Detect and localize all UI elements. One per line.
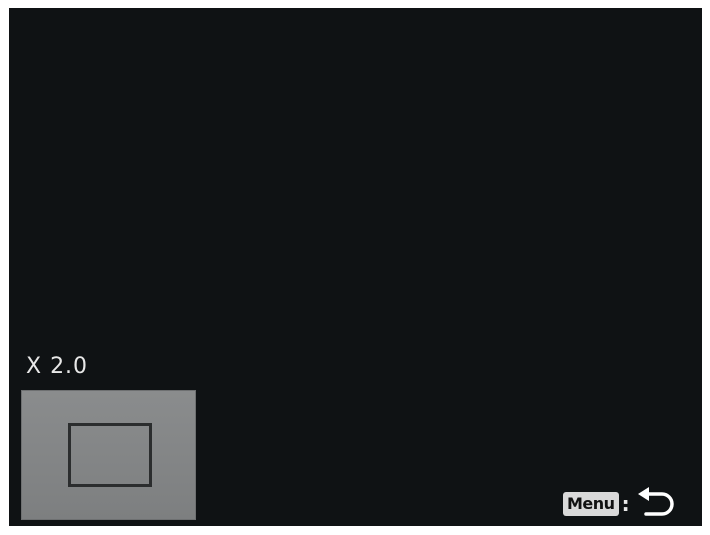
- menu-button[interactable]: Menu: [563, 492, 619, 516]
- zoom-navigator-thumbnail: [21, 390, 196, 520]
- zoom-viewport-frame[interactable]: [68, 423, 152, 487]
- return-icon[interactable]: [634, 486, 680, 522]
- playback-screen: X 2.0 Menu :: [9, 8, 702, 526]
- menu-back-hint: Menu :: [563, 486, 680, 522]
- zoom-level-indicator: X 2.0: [26, 354, 89, 379]
- hint-separator: :: [621, 492, 630, 516]
